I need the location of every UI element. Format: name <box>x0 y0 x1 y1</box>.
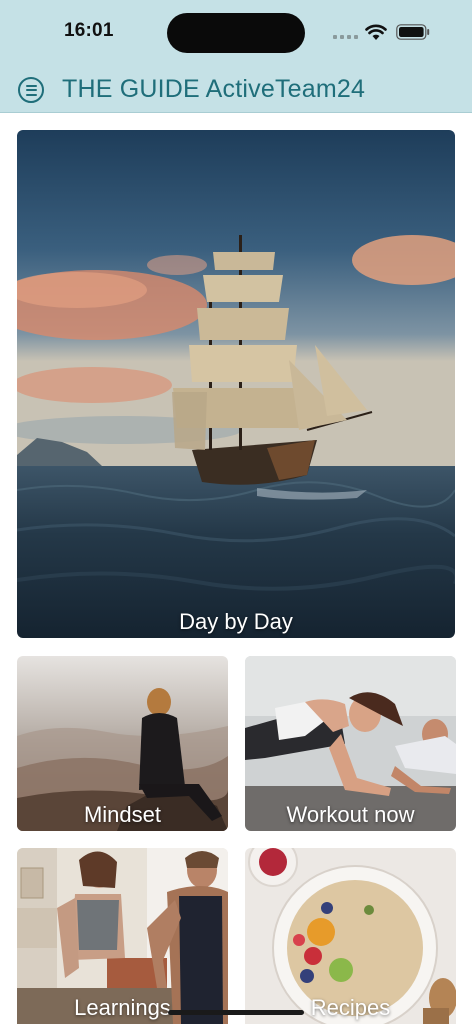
mindset-label: Mindset <box>83 802 162 827</box>
day-by-day-label: Day by Day <box>179 609 293 634</box>
workout-now-label: Workout now <box>286 802 415 827</box>
wifi-icon <box>365 24 387 40</box>
sailing-ship-image <box>17 130 455 638</box>
top-bar: 16:01 THE GUIDE ActiveTeam24 <box>0 0 472 113</box>
mindset-card[interactable]: Mindset <box>17 656 228 831</box>
learnings-card[interactable]: Learnings <box>17 848 228 1024</box>
app-title: THE GUIDE ActiveTeam24 <box>62 75 366 103</box>
recipes-label: Recipes <box>310 995 391 1020</box>
status-time: 16:01 <box>64 20 114 41</box>
recipes-card[interactable]: Recipes <box>245 848 456 1024</box>
workout-now-card[interactable]: Workout now <box>245 656 456 831</box>
dynamic-island <box>167 13 305 53</box>
menu-icon[interactable] <box>18 77 44 103</box>
day-by-day-card[interactable]: Day by Day <box>17 130 455 638</box>
learnings-label: Learnings <box>74 995 171 1020</box>
signal-icon <box>333 29 363 39</box>
home-indicator[interactable] <box>168 1010 304 1015</box>
battery-icon <box>396 24 430 40</box>
